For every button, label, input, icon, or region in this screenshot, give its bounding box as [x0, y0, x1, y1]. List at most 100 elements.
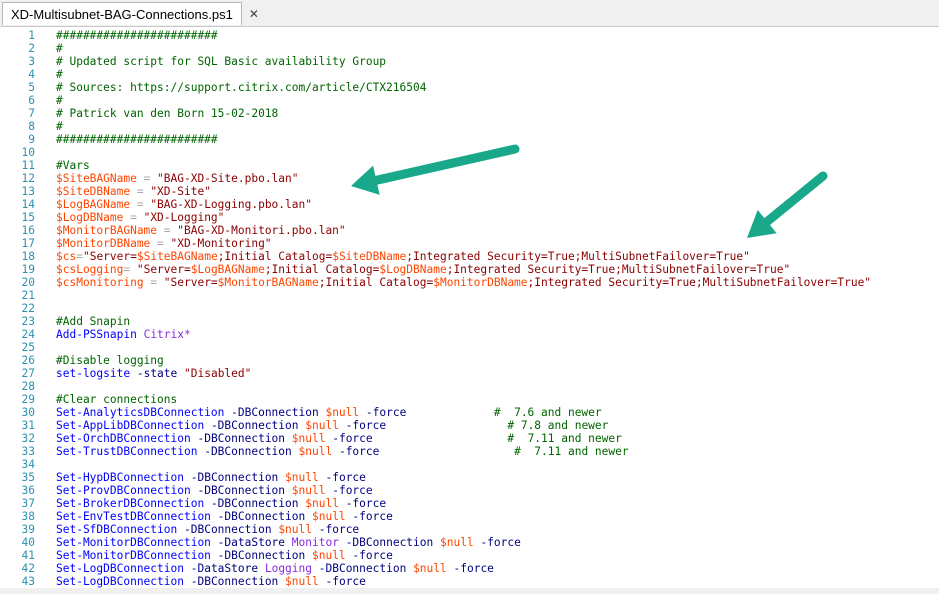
code-token: "BAG-XD-Site.pbo.lan" [157, 172, 299, 185]
line-number: 12 [21, 172, 35, 185]
code-token: $MonitorDBName [56, 237, 151, 250]
tab-script-file[interactable]: XD-Multisubnet-BAG-Connections.ps1 ✕ [2, 2, 259, 25]
code-token: -DBConnection [197, 432, 286, 445]
code-token: # Sources: https://support.citrix.com/ar… [56, 81, 427, 94]
code-token: -DBConnection [217, 549, 306, 562]
code-token: $SiteDBName [332, 250, 407, 263]
code-token: $null [413, 562, 447, 575]
line-number: 2 [28, 42, 35, 55]
code-token: ;Initial Catalog= [217, 250, 333, 263]
code-token: ;Integrated Security=True;MultiSubnetFai… [406, 250, 750, 263]
line-number: 40 [21, 536, 35, 549]
code-text: Set-AppLibDBConnection -DBConnection $nu… [56, 419, 608, 432]
code-text: Set-LogDBConnection -DBConnection $null … [56, 575, 366, 588]
code-text: Add-PSSnapin Citrix* [56, 328, 191, 341]
code-token: -DataStore [190, 562, 259, 575]
code-text: # Sources: https://support.citrix.com/ar… [56, 81, 426, 94]
code-token: "Server= [163, 276, 218, 289]
code-token: ;Initial Catalog= [318, 276, 434, 289]
code-token: -state [136, 367, 178, 380]
code-token: $MonitorBAGName [217, 276, 319, 289]
code-token: "BAG-XD-Monitori.pbo.lan" [177, 224, 346, 237]
line-number: 35 [21, 471, 35, 484]
code-token: # Updated script for SQL Basic availabil… [56, 55, 387, 68]
code-token: $MonitorBAGName [56, 224, 158, 237]
code-token: -force [345, 497, 387, 510]
code-token: -DBConnection [204, 445, 292, 458]
code-token: $SiteDBName [56, 185, 131, 198]
line-number: 29 [21, 393, 35, 406]
script-editor[interactable]: 1 ######################## 2 #3 # Updated sc… [0, 27, 939, 594]
code-token: $SiteBAGName [56, 172, 137, 185]
line-number: 1 [28, 29, 35, 42]
code-token: -force [352, 510, 393, 523]
tab-title: XD-Multisubnet-BAG-Connections.ps1 [11, 6, 233, 22]
code-token: $null [305, 497, 339, 510]
code-text: # [56, 120, 63, 133]
code-token: Set-TrustDBConnection [56, 445, 198, 458]
code-token: -DBConnection [210, 419, 299, 432]
line-number: 32 [21, 432, 35, 445]
code-text: #Add Snapin [56, 315, 130, 328]
horizontal-scrollbar[interactable] [0, 588, 939, 594]
code-text: #Vars [56, 159, 90, 172]
code-text: Set-SfDBConnection -DBConnection $null -… [56, 523, 359, 536]
line-number: 42 [21, 562, 35, 575]
line-number: 15 [21, 211, 35, 224]
line-number: 7 [28, 107, 35, 120]
code-token: "XD-Logging" [143, 211, 225, 224]
code-text: $cs="Server=$SiteBAGName;Initial Catalog… [56, 250, 750, 263]
code-token: -DBConnection [231, 406, 319, 419]
code-token: = [123, 211, 144, 224]
code-token: = [123, 263, 137, 276]
code-token: Set-ProvDBConnection [56, 484, 191, 497]
code-token: -force [365, 406, 407, 419]
code-token: Add-PSSnapin [56, 328, 137, 341]
code-token: -DBConnection [190, 575, 279, 588]
code-token: "XD-Monitoring" [170, 237, 272, 250]
code-token: Set-LogDBConnection [56, 575, 184, 588]
code-token: $SiteBAGName [136, 250, 218, 263]
code-token: #Vars [56, 159, 90, 172]
code-text: $csMonitoring = "Server=$MonitorBAGName;… [56, 276, 871, 289]
code-token: -DBConnection [184, 523, 272, 536]
code-token: set-logsite [56, 367, 131, 380]
code-token: $null [291, 432, 326, 445]
line-number: 19 [21, 263, 35, 276]
code-token: $csMonitoring [56, 276, 144, 289]
code-token: $LogDBName [56, 211, 124, 224]
line-number: 18 [21, 250, 35, 263]
code-token: $null [285, 575, 319, 588]
code-token: $cs [56, 250, 77, 263]
line-number: 31 [21, 419, 35, 432]
code-text: Set-MonitorDBConnection -DBConnection $n… [56, 549, 393, 562]
code-token: "BAG-XD-Logging.pbo.lan" [150, 198, 312, 211]
code-text: $csLogging= "Server=$LogBAGName;Initial … [56, 263, 790, 276]
code-text: Set-TrustDBConnection -DBConnection $nul… [56, 445, 629, 458]
code-token: $null [311, 549, 346, 562]
close-icon[interactable]: ✕ [249, 7, 259, 21]
code-text: # [56, 68, 63, 81]
line-number: 10 [21, 146, 35, 159]
code-token: Set-OrchDBConnection [56, 432, 191, 445]
code-text: $LogBAGName = "BAG-XD-Logging.pbo.lan" [56, 198, 312, 211]
code-text: Set-EnvTestDBConnection -DBConnection $n… [56, 510, 393, 523]
